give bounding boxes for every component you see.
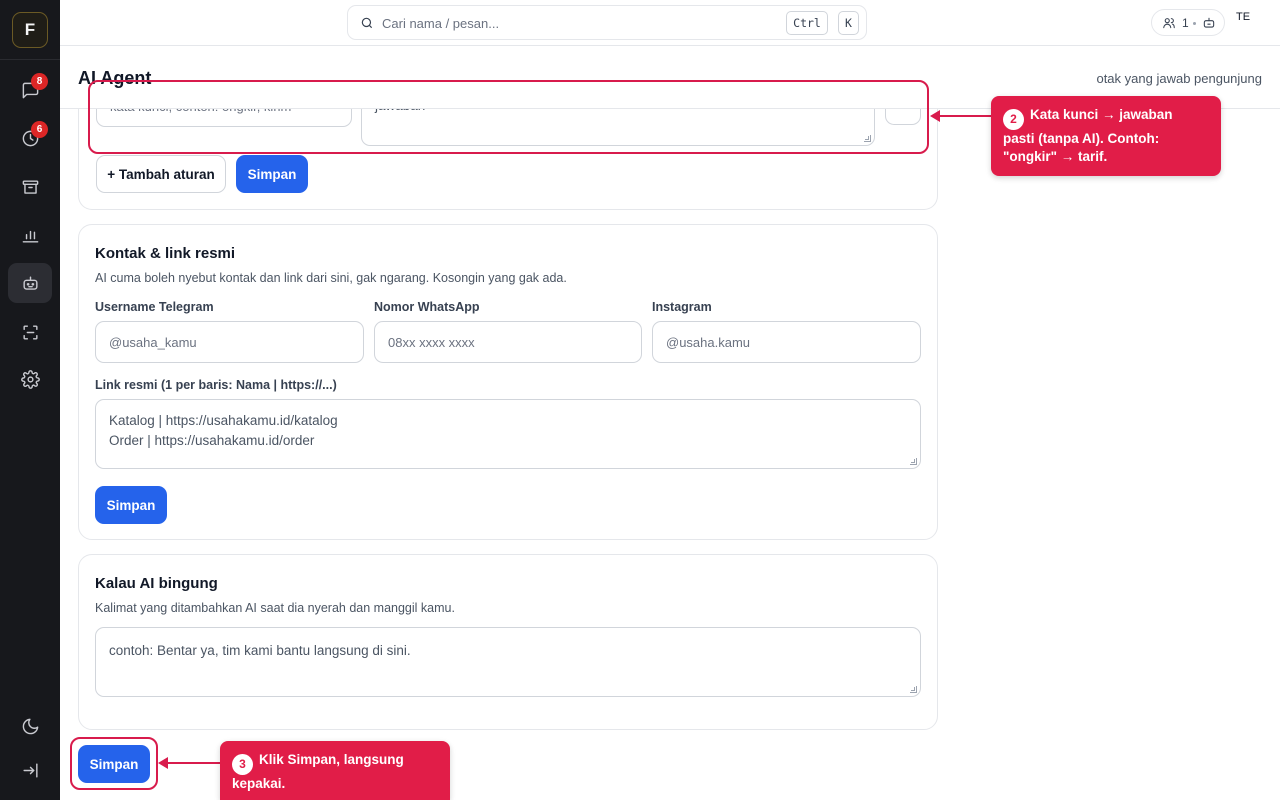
topbar: Cari nama / pesan... Ctrl K 1 TE: [60, 0, 1280, 46]
online-presence[interactable]: 1: [1151, 9, 1225, 36]
callout-step-3: 3 Klik Simpan, langsung kepakai.: [220, 741, 450, 800]
search-icon: [361, 17, 373, 29]
moon-icon: [22, 718, 38, 734]
add-rule-button[interactable]: + Tambah aturan: [96, 155, 226, 193]
callout-text: kepakai.: [232, 775, 286, 791]
whatsapp-input[interactable]: 08xx xxxx xxxx: [374, 321, 642, 363]
step-number: 3: [232, 753, 253, 775]
links-textarea[interactable]: Katalog | https://usahakamu.id/katalog O…: [95, 399, 921, 469]
presence-dot: [1193, 22, 1196, 25]
scan-icon: [22, 324, 38, 340]
fallback-description: Kalimat yang ditambahkan AI saat dia nye…: [95, 601, 455, 615]
telegram-input[interactable]: @usaha_kamu: [95, 321, 364, 363]
instagram-input[interactable]: @usaha.kamu: [652, 321, 921, 363]
fallback-card: Kalau AI bingung Kalimat yang ditambahka…: [78, 554, 938, 730]
contacts-description: AI cuma boleh nyebut kontak dan link dar…: [95, 271, 567, 285]
sidebar-item-history[interactable]: 6: [8, 118, 52, 158]
rule-row-highlight: [88, 80, 929, 154]
fallback-title: Kalau AI bingung: [95, 575, 218, 592]
fallback-placeholder: contoh: Bentar ya, tim kami bantu langsu…: [109, 643, 411, 658]
whatsapp-placeholder: 08xx xxxx xxxx: [388, 334, 475, 350]
gear-icon: [20, 369, 40, 389]
presence-count: 1: [1182, 16, 1189, 30]
sidebar-collapse-button[interactable]: [8, 750, 52, 790]
save-button-highlight: [70, 737, 158, 790]
bot-icon: [22, 275, 38, 290]
app-logo[interactable]: F: [12, 12, 48, 48]
collapse-icon: [22, 762, 38, 778]
bot-icon: [1203, 17, 1215, 28]
callout-text: Klik Simpan, langsung: [259, 752, 404, 767]
chart-icon: [22, 230, 38, 243]
callout-text: "ongkir" → tarif.: [1003, 148, 1108, 164]
shortcut-key-k: K: [838, 11, 859, 35]
whatsapp-label: Nomor WhatsApp: [374, 300, 480, 314]
users-icon: [1163, 18, 1175, 29]
callout-arrow: [940, 115, 992, 117]
links-label: Link resmi (1 per baris: Nama | https://…: [95, 378, 337, 392]
search-box[interactable]: Cari nama / pesan... Ctrl K: [347, 5, 867, 40]
callout-step-2: 2 Kata kunci → jawaban pasti (tanpa AI). …: [991, 96, 1221, 176]
instagram-placeholder: @usaha.kamu: [666, 334, 751, 350]
resize-handle[interactable]: [910, 458, 917, 465]
step-number: 2: [1003, 108, 1024, 130]
search-input[interactable]: Cari nama / pesan...: [382, 16, 499, 31]
contacts-title: Kontak & link resmi: [95, 245, 236, 262]
links-line: Katalog | https://usahakamu.id/katalog: [109, 413, 338, 428]
archive-icon: [22, 179, 38, 194]
logo-letter: F: [24, 20, 36, 39]
sidebar-item-analytics[interactable]: [8, 215, 52, 255]
unread-badge: 8: [31, 73, 48, 90]
save-rules-button[interactable]: Simpan: [236, 155, 308, 193]
pending-badge: 6: [31, 121, 48, 138]
telegram-label: Username Telegram: [95, 300, 214, 314]
resize-handle[interactable]: [910, 686, 917, 693]
sidebar-item-scan[interactable]: [8, 312, 52, 352]
callout-arrow-head: [930, 110, 940, 122]
telegram-placeholder: @usaha_kamu: [109, 334, 197, 350]
links-line: Order | https://usahakamu.id/order: [109, 433, 315, 448]
theme-toggle[interactable]: [8, 706, 52, 746]
sidebar: F 8 6: [0, 0, 60, 800]
sidebar-item-archive[interactable]: [8, 167, 52, 207]
contacts-card: Kontak & link resmi AI cuma boleh nyebut…: [78, 224, 938, 540]
callout-text: Kata kunci → jawaban: [1030, 107, 1173, 122]
sidebar-item-settings[interactable]: [8, 359, 52, 399]
sidebar-divider: [0, 59, 60, 60]
sidebar-item-chats[interactable]: 8: [8, 70, 52, 110]
fallback-textarea[interactable]: contoh: Bentar ya, tim kami bantu langsu…: [95, 627, 921, 697]
user-avatar[interactable]: TE: [1236, 11, 1250, 23]
callout-arrow-head: [158, 757, 168, 769]
shortcut-key-ctrl: Ctrl: [786, 11, 828, 35]
page-subtitle: otak yang jawab pengunjung: [1096, 71, 1262, 86]
instagram-label: Instagram: [652, 300, 712, 314]
callout-arrow: [168, 762, 222, 764]
save-contacts-button[interactable]: Simpan: [95, 486, 167, 524]
sidebar-item-ai-agent[interactable]: [8, 263, 52, 303]
callout-text: pasti (tanpa AI). Contoh:: [1003, 130, 1160, 146]
